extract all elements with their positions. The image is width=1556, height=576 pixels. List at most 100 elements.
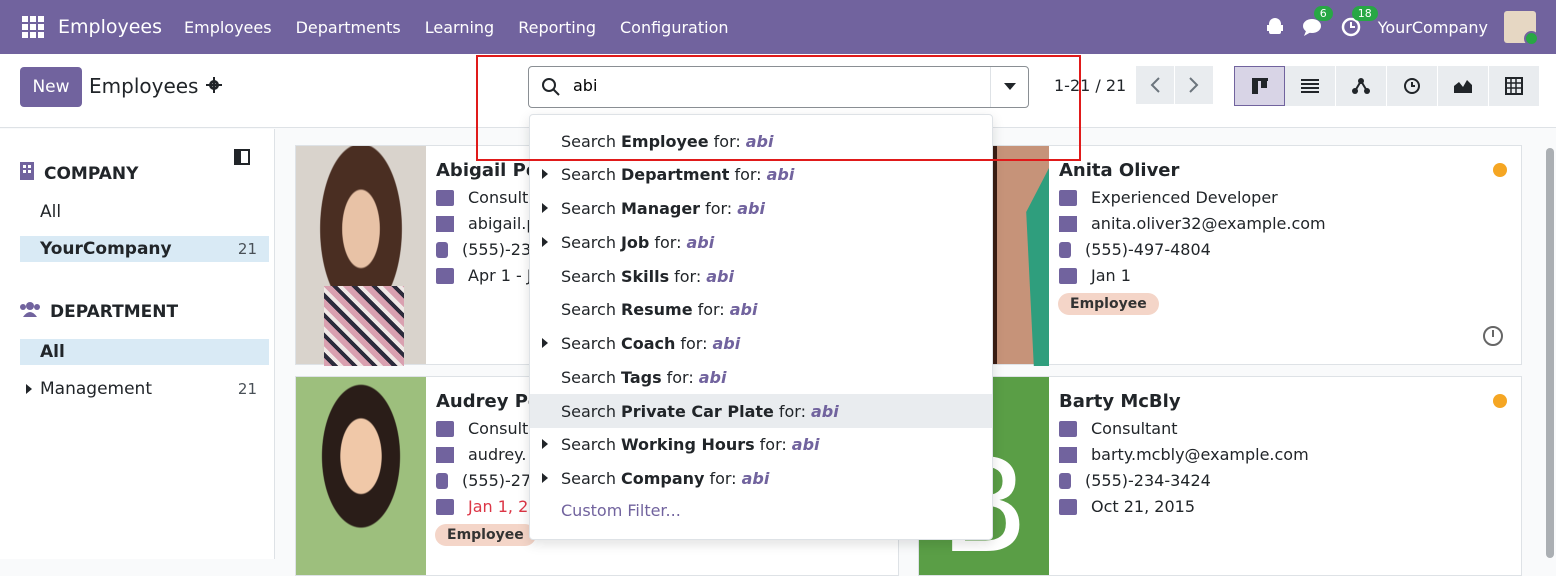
menu-employees[interactable]: Employees <box>184 18 272 37</box>
department-filter-management[interactable]: Management 21 <box>20 376 269 402</box>
expand-caret-icon[interactable] <box>542 237 548 247</box>
search-option-coach[interactable]: Search Coach for: abi <box>530 326 992 360</box>
android-icon[interactable] <box>1264 16 1286 38</box>
gear-icon[interactable] <box>206 74 223 98</box>
briefcase-icon <box>436 420 454 437</box>
chat-count-badge: 6 <box>1313 6 1333 21</box>
company-filter-all[interactable]: All <box>20 199 269 225</box>
activity-view-button[interactable] <box>1387 66 1438 106</box>
list-view-button[interactable] <box>1285 66 1336 106</box>
page-title: Employees <box>89 74 199 98</box>
menu-reporting[interactable]: Reporting <box>518 18 596 37</box>
graph-view-button[interactable] <box>1438 66 1489 106</box>
employee-card[interactable]: B Barty McBly Consultant barty.mcbly@exa… <box>918 376 1522 576</box>
systray: 6 18 YourCompany <box>1264 6 1539 46</box>
top-menu: Employees Departments Learning Reporting… <box>184 18 729 37</box>
employee-tag[interactable]: Employee <box>1058 293 1159 315</box>
employee-phone: (555)-23 <box>436 240 531 259</box>
expand-caret-icon[interactable] <box>542 473 548 483</box>
chevron-left-icon <box>1150 77 1160 93</box>
employee-job: Consult <box>436 188 528 207</box>
expand-caret-icon[interactable] <box>542 338 548 348</box>
employee-email: audrey. <box>436 445 526 464</box>
activity-clock-icon[interactable] <box>1483 326 1503 346</box>
table-icon <box>1505 77 1523 95</box>
envelope-icon <box>1059 446 1077 463</box>
search-input[interactable] <box>573 76 973 95</box>
company-switcher[interactable]: YourCompany <box>1378 18 1488 37</box>
search-option-job[interactable]: Search Job for: abi <box>530 225 992 259</box>
envelope-icon <box>436 446 454 463</box>
menu-configuration[interactable]: Configuration <box>620 18 729 37</box>
activity-clock-icon[interactable]: 18 <box>1340 6 1378 38</box>
employee-job: Consultant <box>1059 419 1178 438</box>
user-avatar[interactable] <box>1504 11 1539 46</box>
employee-photo <box>296 377 426 575</box>
department-filter-all[interactable]: All <box>20 339 269 365</box>
pager-previous-button[interactable] <box>1136 66 1174 104</box>
company-count: 21 <box>237 240 257 258</box>
employee-date: Jan 1, 2 <box>436 497 528 516</box>
scrollbar[interactable] <box>1546 148 1554 558</box>
search-option-private-car-plate[interactable]: Search Private Car Plate for: abi <box>530 394 992 428</box>
employee-job: Experienced Developer <box>1059 188 1278 207</box>
menu-departments[interactable]: Departments <box>296 18 401 37</box>
search-option-working-hours[interactable]: Search Working Hours for: abi <box>530 427 992 461</box>
briefcase-icon <box>1059 189 1077 206</box>
view-switcher <box>1234 66 1540 106</box>
search-option-employee[interactable]: Search Employee for: abi <box>530 124 992 158</box>
caret-down-icon <box>1003 83 1016 90</box>
suitcase-icon <box>1059 498 1077 515</box>
chat-icon[interactable]: 6 <box>1302 6 1333 38</box>
search-option-company[interactable]: Search Company for: abi <box>530 461 992 495</box>
users-icon <box>20 301 40 322</box>
pager-value[interactable]: 1-21 / 21 <box>1054 76 1126 95</box>
menu-learning[interactable]: Learning <box>425 18 494 37</box>
pivot-view-button[interactable] <box>1489 66 1540 106</box>
department-section-header: DEPARTMENT <box>20 301 178 322</box>
search-option-skills[interactable]: Search Skills for: abi <box>530 259 992 293</box>
caret-right-icon[interactable] <box>26 384 32 394</box>
sidebar-collapse-icon[interactable] <box>234 149 250 169</box>
teal-background <box>1026 168 1049 366</box>
employee-card[interactable]: Anita Oliver Experienced Developer anita… <box>918 145 1522 366</box>
search-bar <box>528 66 1029 108</box>
employee-email: anita.oliver32@example.com <box>1059 214 1326 233</box>
expand-caret-icon[interactable] <box>542 439 548 449</box>
company-filter-yourcompany[interactable]: YourCompany 21 <box>20 236 269 262</box>
hierarchy-view-button[interactable] <box>1336 66 1387 106</box>
suitcase-icon <box>1059 267 1077 284</box>
building-icon <box>20 162 34 185</box>
search-option-manager[interactable]: Search Manager for: abi <box>530 191 992 225</box>
floral-dress <box>324 286 404 366</box>
employee-email: barty.mcbly@example.com <box>1059 445 1309 464</box>
new-button[interactable]: New <box>20 67 82 107</box>
briefcase-icon <box>1059 420 1077 437</box>
apps-menu-icon[interactable] <box>22 16 44 38</box>
kanban-icon <box>1251 78 1268 94</box>
breadcrumb: Employees <box>89 74 223 98</box>
phone-icon <box>1059 472 1071 489</box>
search-option-resume[interactable]: Search Resume for: abi <box>530 292 992 326</box>
pager-next-button[interactable] <box>1175 66 1213 104</box>
search-option-tags[interactable]: Search Tags for: abi <box>530 360 992 394</box>
employee-name: Anita Oliver <box>1059 160 1180 181</box>
employee-name: Barty McBly <box>1059 391 1181 412</box>
envelope-icon <box>436 215 454 232</box>
expand-caret-icon[interactable] <box>542 169 548 179</box>
kanban-view-button[interactable] <box>1234 66 1285 106</box>
list-icon <box>1301 79 1319 93</box>
expand-caret-icon[interactable] <box>542 203 548 213</box>
employee-tag[interactable]: Employee <box>435 524 536 546</box>
employee-email: abigail.p <box>436 214 537 233</box>
search-options-toggle[interactable] <box>990 67 1028 107</box>
employee-job: Consult <box>436 419 528 438</box>
suitcase-icon <box>436 267 454 284</box>
app-brand[interactable]: Employees <box>58 16 162 38</box>
phone-icon <box>436 241 448 258</box>
phone-icon <box>436 472 448 489</box>
hierarchy-icon <box>1352 78 1370 94</box>
custom-filter-link[interactable]: Custom Filter... <box>561 501 681 520</box>
search-option-department[interactable]: Search Department for: abi <box>530 157 992 191</box>
top-navbar: Employees Employees Departments Learning… <box>0 0 1556 54</box>
